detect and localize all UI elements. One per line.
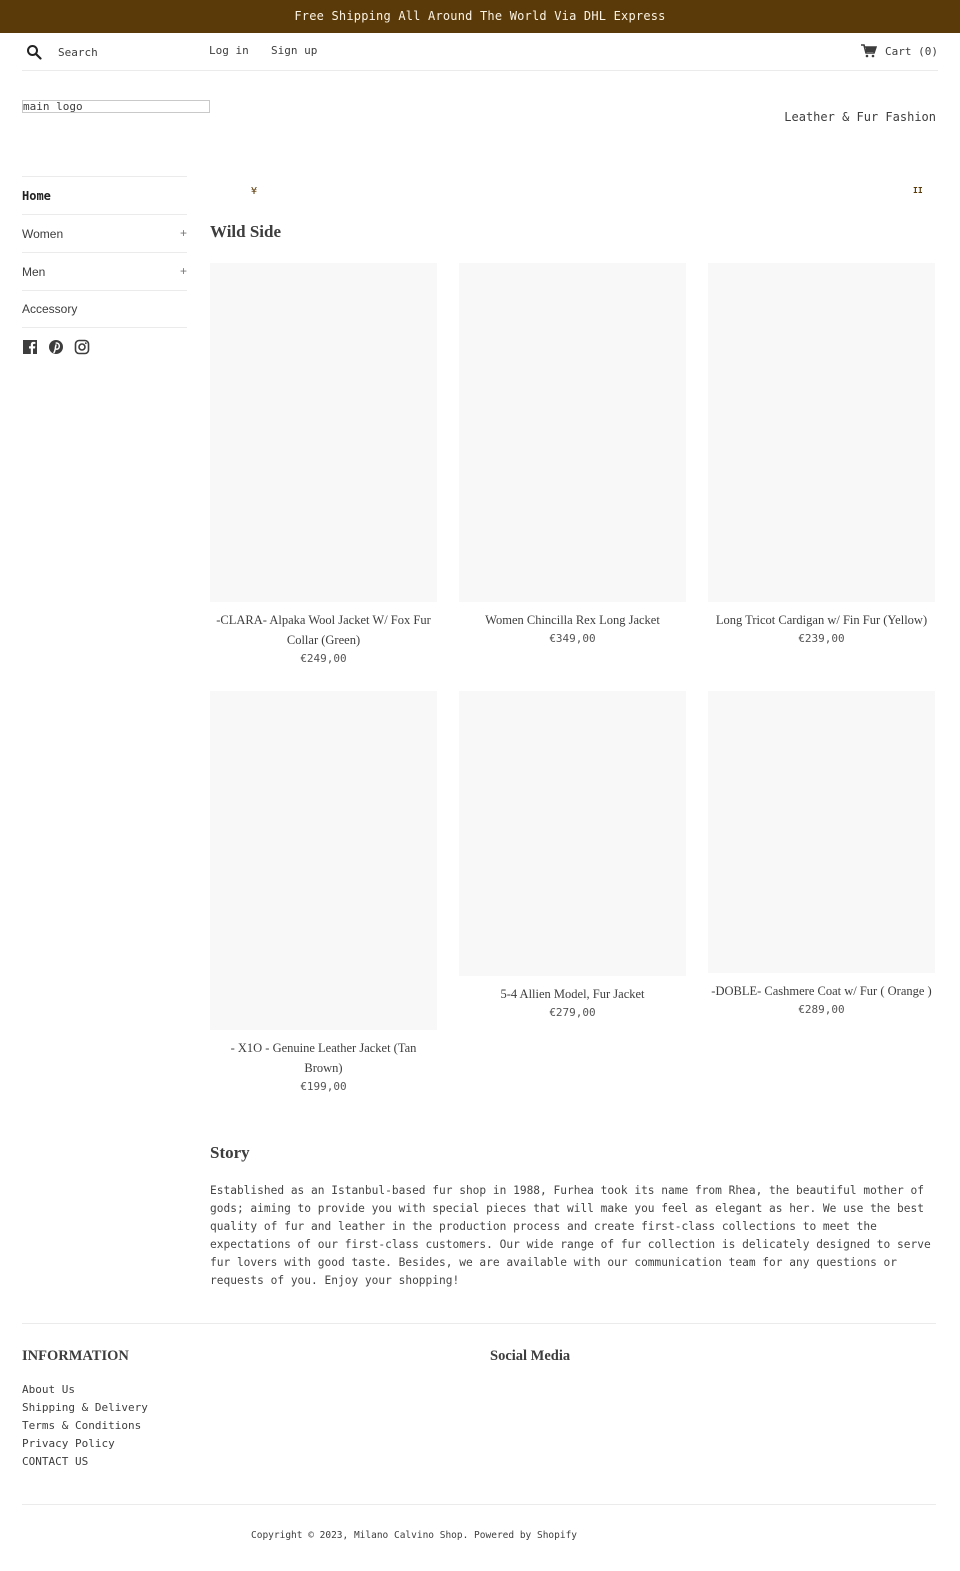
- product-card[interactable]: Women Chincilla Rex Long Jacket €349,00: [459, 263, 686, 648]
- product-price: €279,00: [549, 1006, 596, 1019]
- announcement-bar: Free Shipping All Around The World Via D…: [0, 0, 960, 33]
- product-card[interactable]: - X1O - Genuine Leather Jacket (Tan Brow…: [210, 691, 437, 1096]
- product-image[interactable]: [459, 263, 686, 602]
- product-title[interactable]: -DOBLE- Cashmere Coat w/ Fur ( Orange ): [708, 981, 935, 1001]
- product-card[interactable]: -CLARA- Alpaka Wool Jacket W/ Fox Fur Co…: [210, 263, 437, 668]
- product-image[interactable]: [210, 691, 437, 1030]
- expand-icon[interactable]: +: [180, 264, 187, 278]
- story-text: Established as an Istanbul-based fur sho…: [210, 1184, 931, 1287]
- social-links: [22, 339, 90, 355]
- login-link[interactable]: Log in: [209, 44, 249, 57]
- product-price: €349,00: [549, 632, 596, 645]
- product-price: €239,00: [798, 632, 845, 645]
- search-icon[interactable]: [26, 44, 42, 60]
- product-image[interactable]: [708, 263, 935, 602]
- product-title[interactable]: Women Chincilla Rex Long Jacket: [459, 610, 686, 630]
- story-title: Story: [210, 1143, 250, 1162]
- product-card[interactable]: 5-4 Allien Model, Fur Jacket €279,00: [459, 691, 686, 1022]
- tagline: Leather & Fur Fashion: [784, 110, 936, 124]
- footer-divider: [22, 1323, 936, 1324]
- cart-link[interactable]: Cart (0): [861, 44, 938, 58]
- sidebar-item-label: Men: [22, 264, 46, 279]
- footer-bottom-divider: [22, 1504, 936, 1505]
- signup-link[interactable]: Sign up: [271, 44, 317, 57]
- footer-social-title: Social Media: [490, 1348, 571, 1364]
- footer-links: About Us Shipping & Delivery Terms & Con…: [22, 1381, 148, 1471]
- collection-title: Wild Side: [210, 222, 282, 241]
- sidebar-nav: Home Women + Men + Accessory: [22, 176, 187, 328]
- footer-info-title: INFORMATION: [22, 1348, 129, 1364]
- expand-icon[interactable]: +: [180, 226, 187, 240]
- instagram-icon[interactable]: [74, 339, 90, 355]
- product-title[interactable]: Long Tricot Cardigan w/ Fin Fur (Yellow): [708, 610, 935, 630]
- copyright: Copyright © 2023, Milano Calvino Shop. P…: [251, 1530, 578, 1541]
- product-card[interactable]: -DOBLE- Cashmere Coat w/ Fur ( Orange ) …: [708, 691, 935, 1019]
- footer-link-terms[interactable]: Terms & Conditions: [22, 1419, 141, 1432]
- slideshow-pause-button[interactable]: II: [913, 186, 923, 195]
- sidebar-item-accessory[interactable]: Accessory: [22, 290, 187, 328]
- main-logo[interactable]: main logo: [22, 100, 210, 113]
- sidebar-item-label: Home: [22, 188, 51, 203]
- facebook-icon[interactable]: [22, 339, 38, 355]
- sidebar-item-label: Women: [22, 226, 64, 241]
- sidebar-item-men[interactable]: Men +: [22, 252, 187, 290]
- cart-label: Cart (0): [885, 44, 938, 58]
- product-image[interactable]: [210, 263, 437, 602]
- footer-link-shipping[interactable]: Shipping & Delivery: [22, 1401, 148, 1414]
- search-input[interactable]: [58, 43, 198, 61]
- footer-link-privacy[interactable]: Privacy Policy: [22, 1437, 115, 1450]
- product-card[interactable]: Long Tricot Cardigan w/ Fin Fur (Yellow)…: [708, 263, 935, 648]
- pinterest-icon[interactable]: [48, 339, 64, 355]
- sidebar-item-label: Accessory: [22, 302, 78, 316]
- product-price: €199,00: [300, 1080, 347, 1093]
- product-title[interactable]: 5-4 Allien Model, Fur Jacket: [459, 984, 686, 1004]
- footer-link-about[interactable]: About Us: [22, 1383, 75, 1396]
- sidebar-item-women[interactable]: Women +: [22, 214, 187, 252]
- product-image[interactable]: [708, 691, 935, 973]
- product-title[interactable]: - X1O - Genuine Leather Jacket (Tan Brow…: [210, 1038, 437, 1078]
- sidebar-item-home[interactable]: Home: [22, 176, 187, 214]
- top-bar: Log in Sign up Cart (0): [22, 33, 938, 71]
- slideshow-marker-icon[interactable]: ¥: [251, 186, 257, 197]
- footer-link-contact[interactable]: CONTACT US: [22, 1455, 88, 1468]
- product-title[interactable]: -CLARA- Alpaka Wool Jacket W/ Fox Fur Co…: [210, 610, 437, 650]
- product-price: €249,00: [300, 652, 347, 665]
- product-image[interactable]: [459, 691, 686, 976]
- cart-icon: [861, 44, 878, 58]
- product-price: €289,00: [798, 1003, 845, 1016]
